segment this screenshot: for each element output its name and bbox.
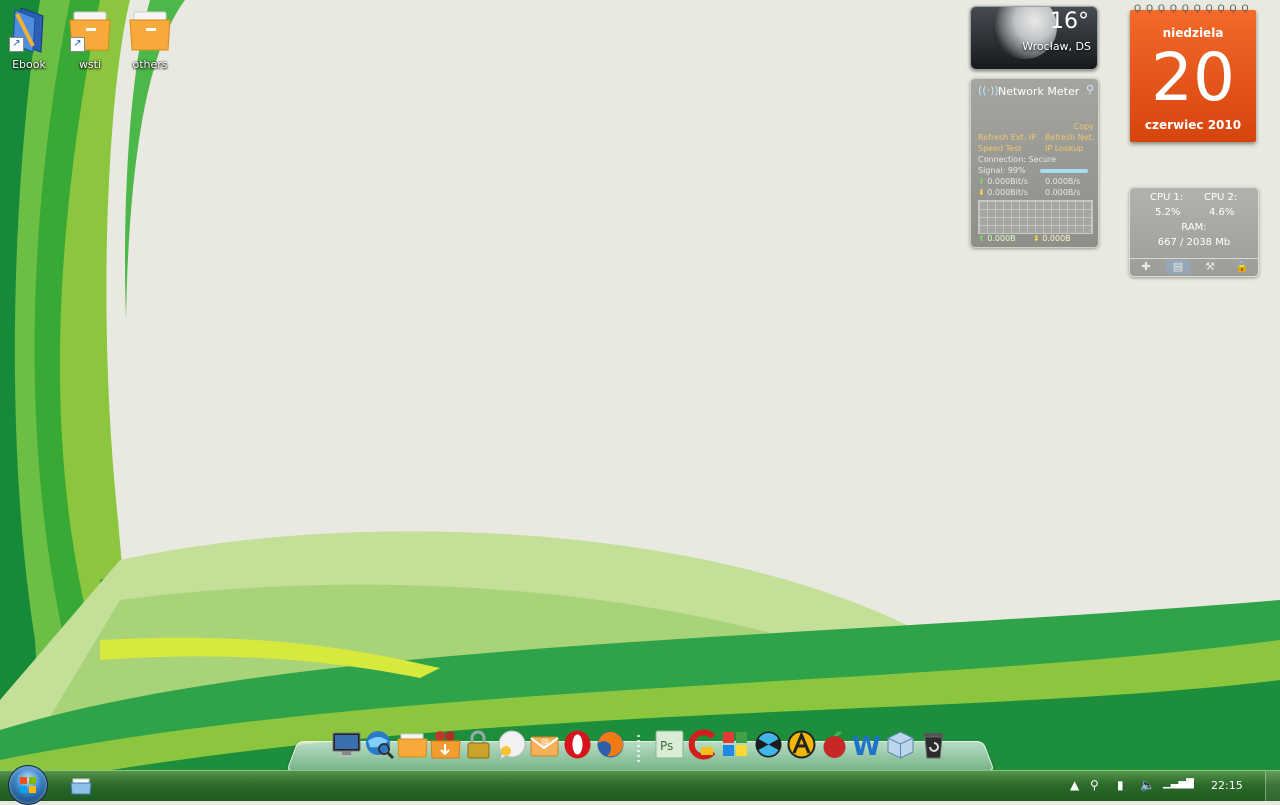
taskbar: ▲ ⚲ ▮ 🔈 ▁▃▅▇ 22:15: [0, 765, 1280, 805]
magnifier-icon[interactable]: ⚲: [1086, 83, 1094, 96]
photoshop-icon[interactable]: Ps: [654, 729, 685, 760]
network-meter-gadget[interactable]: ((·)) Network Meter ⚲ Copy Refresh Ext. …: [970, 78, 1099, 248]
ccleaner-icon[interactable]: [687, 729, 718, 760]
upload-bits-row: ⬆ 0.000Bit/s: [978, 177, 1028, 186]
wifi-icon: ((·)): [978, 84, 999, 97]
svg-text:Ps: Ps: [660, 739, 673, 753]
calendar-rings-icon: Ϙ Ϙ Ϙ Ϙ Ϙ Ϙ Ϙ Ϙ Ϙ Ϙ Ϙ Ϙ Ϙ Ϙ Ϙ: [1134, 4, 1252, 14]
desktop-icon-label: Ebook: [12, 58, 46, 71]
aimp-icon[interactable]: [786, 729, 817, 760]
copy-link[interactable]: Copy: [1074, 122, 1094, 131]
refresh-net-link[interactable]: Refresh Net.: [1045, 133, 1094, 142]
ram-value: 667 / 2038 Mb: [1157, 237, 1231, 248]
show-desktop-button[interactable]: [1265, 771, 1280, 801]
computer-icon[interactable]: [331, 729, 362, 760]
desktop-icon-ebook[interactable]: ↗ Ebook: [1, 6, 57, 71]
desktop-icon-label: wsti: [78, 58, 102, 71]
signal-icon[interactable]: ▁▃▅▇: [1163, 778, 1194, 789]
tray-arrow-icon[interactable]: ▲: [1070, 778, 1079, 792]
calendar-gadget[interactable]: Ϙ Ϙ Ϙ Ϙ Ϙ Ϙ Ϙ Ϙ Ϙ Ϙ Ϙ Ϙ Ϙ Ϙ Ϙ niedziela …: [1130, 4, 1256, 142]
recycle-bin-icon[interactable]: [918, 729, 949, 760]
lock-icon[interactable]: [463, 729, 494, 760]
total-down: 0.000B: [1042, 234, 1071, 243]
mail-icon[interactable]: @: [529, 729, 560, 760]
cpu2-value: 4.6%: [1209, 207, 1235, 218]
downloads-icon[interactable]: [430, 729, 461, 760]
explorer-taskbar-icon[interactable]: [68, 775, 94, 797]
chat-icon[interactable]: [496, 729, 527, 760]
total-down-row: ⬇ 0.000B: [1033, 234, 1071, 243]
start-button[interactable]: [8, 765, 48, 805]
folder-icon: [128, 6, 172, 54]
signal-bar-fill: [1040, 169, 1088, 173]
battery-icon[interactable]: ▮: [1117, 778, 1124, 792]
download-bytes: 0.000B/s: [1045, 188, 1081, 197]
desktop-icon-label: others: [132, 58, 168, 71]
meter-icon[interactable]: ▤: [1166, 260, 1190, 274]
ebook-shortcut-icon: ↗: [7, 6, 51, 54]
calendar-month-year: czerwiec 2010: [1144, 118, 1242, 132]
globe-search-icon[interactable]: [364, 729, 395, 760]
network-tray-icon[interactable]: ⚲: [1090, 778, 1099, 792]
desktop-icon-others[interactable]: others: [122, 6, 178, 71]
calendar-day: 20: [1151, 39, 1235, 116]
svg-text:@: @: [541, 737, 549, 746]
folder-icon[interactable]: [397, 729, 428, 760]
cpu1-value: 5.2%: [1155, 207, 1181, 218]
cpu-meter-divider: [1130, 258, 1258, 259]
cpu2-label: CPU 2:: [1204, 192, 1238, 203]
desktop-icon-wsti[interactable]: ↗ wsti: [62, 6, 118, 71]
firefox-icon[interactable]: [595, 729, 626, 760]
svg-text:W: W: [852, 732, 881, 760]
fruit-icon[interactable]: [819, 729, 850, 760]
taskbar-clock[interactable]: 22:15: [1211, 779, 1243, 792]
upload-bytes: 0.000B/s: [1045, 177, 1081, 186]
word-icon[interactable]: W: [852, 729, 883, 760]
upload-arrow-icon: ⬆: [978, 177, 985, 186]
connection-status: Connection: Secure: [978, 155, 1057, 164]
download-bits-row: ⬇ 0.000Bit/s: [978, 188, 1028, 197]
ram-label: RAM:: [1181, 222, 1207, 233]
wrench-icon[interactable]: ⚒: [1198, 260, 1222, 274]
weather-temperature: 16°: [1050, 9, 1089, 34]
ip-lookup-link[interactable]: IP Lookup: [1045, 144, 1083, 153]
dock-separator: [637, 735, 640, 765]
speed-test-link[interactable]: Speed Test: [978, 144, 1021, 153]
cpu-meter-gadget[interactable]: CPU 1: CPU 2: 5.2% 4.6% RAM: 667 / 2038 …: [1129, 187, 1259, 277]
weather-city: Wrocław, DS: [1022, 40, 1091, 53]
cube-icon[interactable]: [720, 729, 751, 760]
download-bits: 0.000Bit/s: [987, 188, 1028, 197]
cpu1-label: CPU 1:: [1150, 192, 1184, 203]
virtualbox-icon[interactable]: [885, 729, 916, 760]
network-meter-title: Network Meter: [998, 85, 1080, 98]
upload-arrow-icon: ⬆: [978, 234, 985, 243]
weather-gadget[interactable]: 16° Wrocław, DS: [970, 6, 1098, 70]
radiation-icon[interactable]: [753, 729, 784, 760]
windows-logo-icon: [20, 777, 36, 793]
download-arrow-icon: ⬇: [978, 188, 985, 197]
upload-bits: 0.000Bit/s: [987, 177, 1028, 186]
signal-strength: Signal: 99%: [978, 166, 1026, 175]
total-up: 0.000B: [987, 234, 1016, 243]
traffic-graph: [978, 200, 1093, 234]
opera-icon[interactable]: [562, 729, 593, 760]
volume-icon[interactable]: 🔈: [1140, 778, 1155, 792]
signal-bar: [1040, 169, 1088, 173]
download-arrow-icon: ⬇: [1033, 234, 1040, 243]
refresh-ext-ip-link[interactable]: Refresh Ext. IP: [978, 133, 1036, 142]
plus-icon[interactable]: ✚: [1134, 260, 1158, 274]
folder-shortcut-icon: ↗: [68, 6, 112, 54]
lock-icon[interactable]: 🔒: [1230, 260, 1254, 274]
total-up-row: ⬆ 0.000B: [978, 234, 1016, 243]
